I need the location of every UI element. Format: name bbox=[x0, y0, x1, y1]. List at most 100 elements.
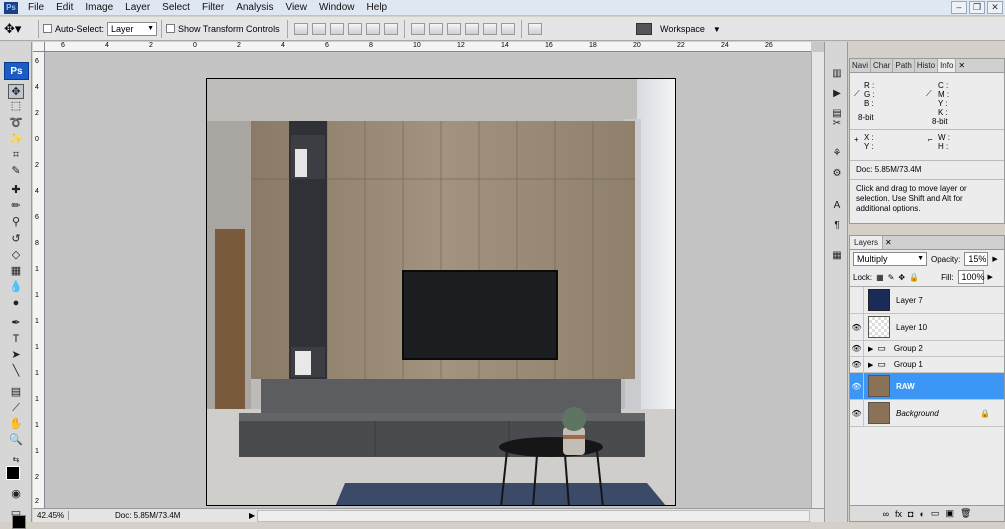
lock-all-icon[interactable]: 🔒 bbox=[909, 273, 919, 282]
blend-mode-dropdown[interactable]: Multiply ▼ bbox=[853, 252, 927, 266]
gradient-tool-icon[interactable]: ▦ bbox=[8, 264, 24, 279]
vertical-ruler[interactable]: 6 4 2 0 2 4 6 8 1 1 1 1 1 1 1 1 2 2 bbox=[33, 52, 45, 508]
layer-row[interactable]: Layer 7 bbox=[850, 287, 1004, 314]
distribute-vcenter-icon[interactable] bbox=[428, 22, 443, 35]
new-layer-icon[interactable]: ▣ bbox=[945, 508, 954, 519]
clone-stamp-tool-icon[interactable]: ⚲ bbox=[8, 215, 24, 230]
lasso-tool-icon[interactable]: ➰ bbox=[8, 116, 24, 131]
foreground-color-swatch[interactable] bbox=[6, 466, 20, 480]
eye-icon[interactable]: 👁 bbox=[850, 314, 864, 340]
spot-healing-tool-icon[interactable]: ✚ bbox=[8, 183, 24, 198]
blur-tool-icon[interactable]: 💧 bbox=[8, 280, 24, 295]
distribute-bottom-icon[interactable] bbox=[446, 22, 461, 35]
lock-position-icon[interactable]: ✥ bbox=[898, 273, 905, 282]
visibility-toggle-icon[interactable] bbox=[850, 287, 864, 313]
layer-group-row[interactable]: 👁 ▶ ▭ Group 1 bbox=[850, 357, 1004, 373]
brush-tool-icon[interactable]: ✏ bbox=[8, 199, 24, 214]
close-icon[interactable]: ✕ bbox=[883, 236, 892, 249]
fill-input[interactable]: 100% bbox=[957, 270, 985, 284]
tab-navigator[interactable]: Navi bbox=[850, 59, 872, 72]
eye-icon[interactable]: 👁 bbox=[850, 400, 864, 426]
dodge-tool-icon[interactable]: ● bbox=[8, 296, 24, 311]
lock-transparency-icon[interactable]: ▦ bbox=[876, 273, 884, 282]
menu-select[interactable]: Select bbox=[156, 0, 196, 16]
distribute-right-icon[interactable] bbox=[500, 22, 515, 35]
close-icon[interactable]: ✕ bbox=[956, 59, 965, 72]
ruler-origin[interactable] bbox=[33, 42, 45, 52]
canvas-area[interactable] bbox=[45, 53, 811, 508]
zoom-tool-icon[interactable]: 🔍 bbox=[8, 433, 24, 448]
menu-image[interactable]: Image bbox=[79, 0, 119, 16]
notes-tool-icon[interactable]: ▤ bbox=[8, 385, 24, 400]
align-hcenter-icon[interactable] bbox=[365, 22, 380, 35]
opacity-slider-arrow-icon[interactable]: ▶ bbox=[992, 255, 997, 263]
menu-analysis[interactable]: Analysis bbox=[230, 0, 279, 16]
paragraph-icon[interactable]: ¶ bbox=[829, 218, 845, 234]
horizontal-ruler[interactable]: 6 4 2 0 2 4 6 8 10 12 14 16 18 20 22 24 … bbox=[45, 42, 811, 52]
expand-arrow-icon[interactable]: ▶ bbox=[868, 361, 873, 369]
tab-layers[interactable]: Layers bbox=[850, 236, 884, 249]
show-transform-checkbox[interactable] bbox=[166, 24, 176, 33]
workspace-switcher[interactable]: Workspace ▼ bbox=[636, 18, 721, 40]
type-tool-icon[interactable]: T bbox=[8, 332, 24, 347]
eyedropper-tool-icon[interactable]: ⟋ bbox=[8, 401, 24, 416]
move-tool-icon[interactable]: ✥ bbox=[8, 84, 24, 99]
menu-file[interactable]: File bbox=[22, 0, 50, 16]
expand-arrow-icon[interactable]: ▶ bbox=[868, 345, 873, 353]
hand-tool-icon[interactable]: ✋ bbox=[8, 417, 24, 432]
swap-colors-icon[interactable]: ⇆ bbox=[8, 452, 24, 467]
zoom-level[interactable]: 42.45% bbox=[33, 511, 69, 520]
tab-histogram[interactable]: Histo bbox=[915, 59, 939, 72]
layer-row[interactable]: 👁 Background 🔒 bbox=[850, 400, 1004, 427]
quick-mask-icon[interactable]: ◉ bbox=[8, 487, 24, 502]
menu-edit[interactable]: Edit bbox=[50, 0, 79, 16]
menu-help[interactable]: Help bbox=[361, 0, 394, 16]
align-top-icon[interactable] bbox=[293, 22, 308, 35]
tab-character[interactable]: Char bbox=[871, 59, 894, 72]
distribute-hcenter-icon[interactable] bbox=[482, 22, 497, 35]
align-bottom-icon[interactable] bbox=[329, 22, 344, 35]
menu-filter[interactable]: Filter bbox=[196, 0, 230, 16]
slice-tool-icon[interactable]: ✎ bbox=[8, 164, 24, 179]
auto-select-dropdown[interactable]: Layer ▼ bbox=[107, 21, 158, 36]
lock-image-icon[interactable]: ✎ bbox=[888, 273, 895, 282]
fill-slider-arrow-icon[interactable]: ▶ bbox=[988, 273, 993, 281]
minimize-button[interactable]: – bbox=[951, 1, 967, 14]
trash-icon[interactable]: 🗑 bbox=[960, 508, 971, 519]
link-layers-icon[interactable]: ∞ bbox=[883, 509, 889, 519]
navigator-icon[interactable]: ▥ bbox=[829, 66, 845, 82]
auto-align-icon[interactable] bbox=[527, 22, 542, 35]
history-brush-tool-icon[interactable]: ↺ bbox=[8, 232, 24, 247]
vertical-scrollbar[interactable] bbox=[811, 52, 824, 508]
path-selection-tool-icon[interactable]: ➤ bbox=[8, 348, 24, 363]
layer-row[interactable]: 👁 Layer 10 bbox=[850, 314, 1004, 341]
screen-mode-icon[interactable]: ▭ bbox=[8, 506, 24, 521]
brushes-icon[interactable]: ⚘ bbox=[829, 146, 845, 162]
eye-icon[interactable]: 👁 bbox=[850, 373, 864, 399]
layer-row-selected[interactable]: 👁 RAW bbox=[850, 373, 1004, 400]
distribute-left-icon[interactable] bbox=[464, 22, 479, 35]
align-left-icon[interactable] bbox=[347, 22, 362, 35]
clone-source-icon[interactable]: ⚙ bbox=[829, 166, 845, 182]
layer-comps-icon[interactable]: ▦ bbox=[829, 248, 845, 264]
new-group-icon[interactable]: ▭ bbox=[931, 508, 940, 519]
menu-view[interactable]: View bbox=[279, 0, 313, 16]
tool-presets-icon[interactable]: ✂ bbox=[829, 116, 845, 132]
layer-mask-icon[interactable]: ◘ bbox=[908, 509, 913, 519]
menu-window[interactable]: Window bbox=[313, 0, 361, 16]
crop-tool-icon[interactable]: ⌗ bbox=[8, 148, 24, 163]
opacity-input[interactable]: 15% bbox=[964, 252, 989, 266]
horizontal-scrollbar[interactable] bbox=[257, 509, 810, 522]
adjustment-layer-icon[interactable]: ◐ bbox=[919, 509, 924, 519]
align-right-icon[interactable] bbox=[383, 22, 398, 35]
auto-select-checkbox[interactable] bbox=[43, 24, 52, 33]
eye-icon[interactable]: 👁 bbox=[850, 357, 864, 372]
character-icon[interactable]: A bbox=[829, 198, 845, 214]
layer-group-row[interactable]: 👁 ▶ ▭ Group 2 bbox=[850, 341, 1004, 357]
tab-info[interactable]: Info bbox=[938, 59, 957, 72]
move-tool-preset-icon[interactable]: ✥▾ bbox=[4, 19, 34, 39]
document-image[interactable] bbox=[206, 78, 676, 506]
align-vcenter-icon[interactable] bbox=[311, 22, 326, 35]
eraser-tool-icon[interactable]: ◇ bbox=[8, 248, 24, 263]
menu-layer[interactable]: Layer bbox=[119, 0, 156, 16]
